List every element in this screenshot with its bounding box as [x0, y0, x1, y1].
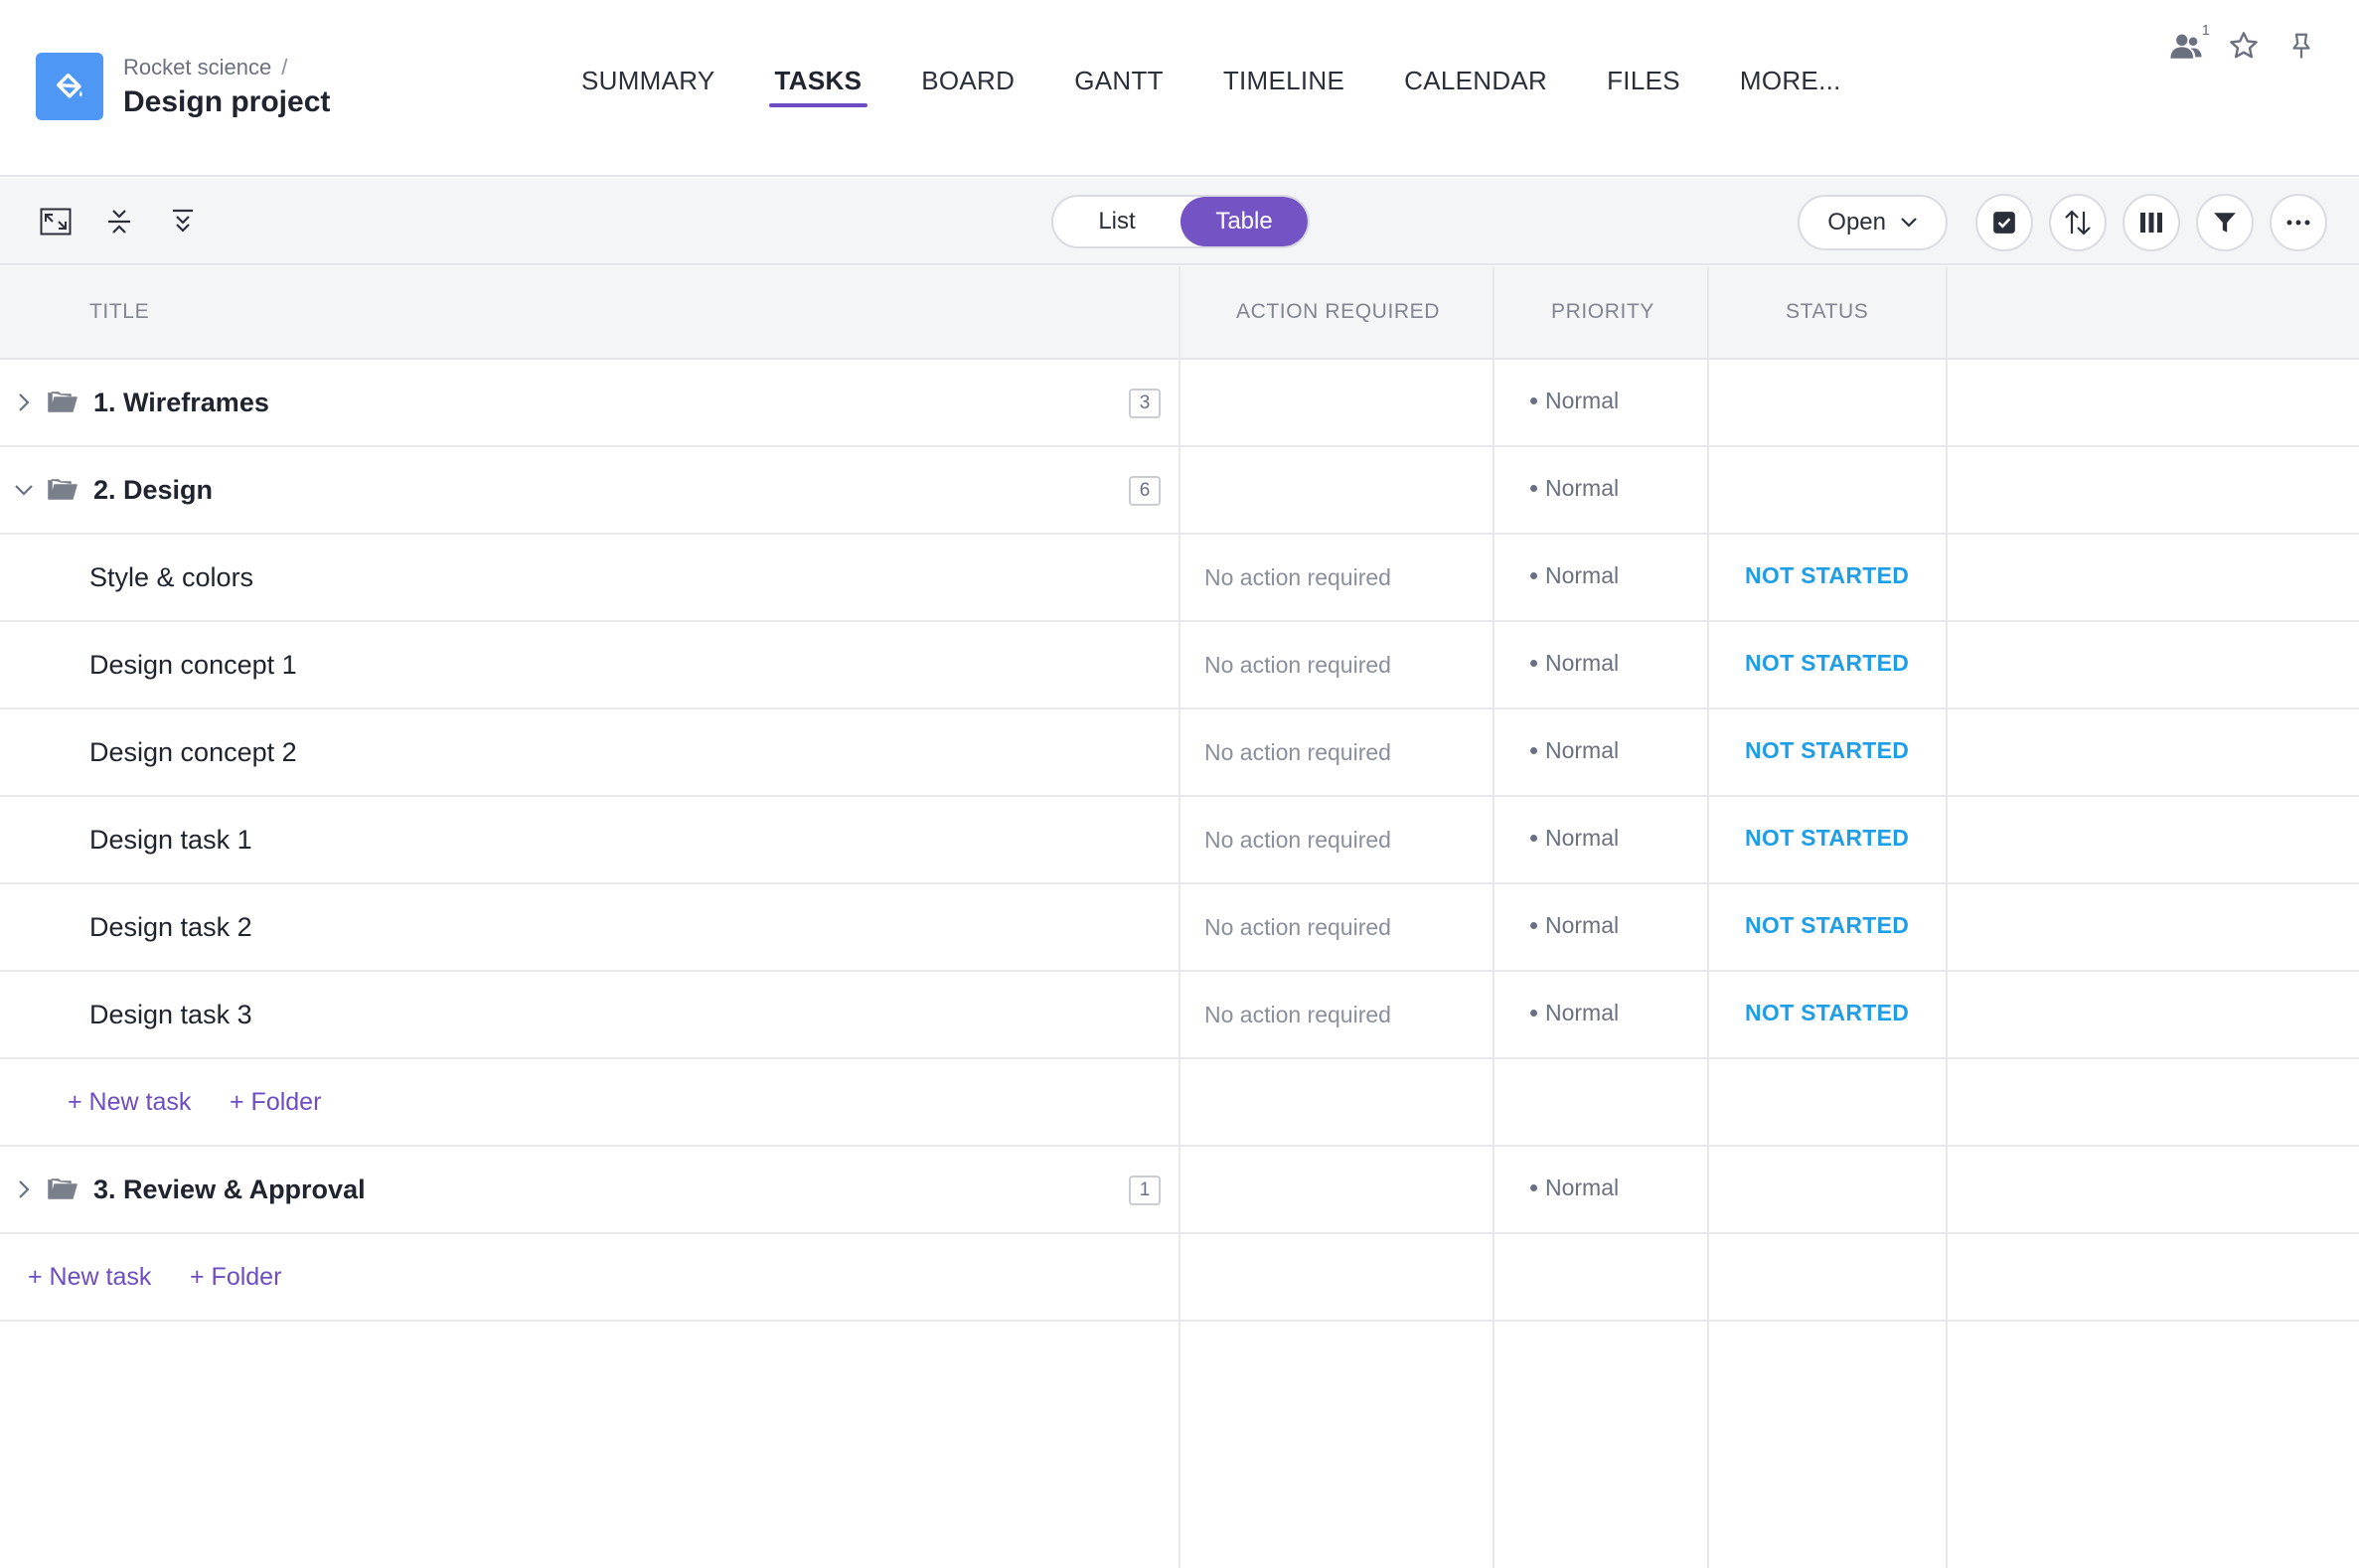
priority-dot: [1530, 1183, 1537, 1191]
action-required-cell[interactable]: No action required: [1204, 622, 1391, 707]
priority-cell[interactable]: Normal: [1530, 797, 1619, 878]
breadcrumb-separator: /: [281, 55, 288, 79]
status-filter-value: Open: [1827, 209, 1886, 235]
view-table-button[interactable]: Table: [1180, 197, 1308, 246]
priority-dot: [1530, 396, 1537, 404]
toolbar-left: [36, 202, 203, 241]
task-title[interactable]: Design task 3: [89, 972, 252, 1057]
header-actions: 1: [2168, 22, 2319, 64]
priority-cell[interactable]: Normal: [1530, 622, 1619, 704]
action-required-cell[interactable]: No action required: [1204, 972, 1391, 1057]
nav-tabs: SUMMARY TASKS BOARD GANTT TIMELINE CALEN…: [581, 66, 1901, 107]
column-divider: [1946, 266, 1948, 1568]
star-icon[interactable]: [2226, 28, 2262, 64]
new-task-link[interactable]: + New task: [28, 1234, 151, 1320]
priority-dot: [1530, 921, 1537, 929]
tab-gantt[interactable]: GANTT: [1074, 66, 1164, 96]
priority-dot: [1530, 834, 1537, 842]
status-cell[interactable]: NOT STARTED: [1745, 709, 1909, 791]
page-title: Design project: [123, 85, 331, 118]
tab-files[interactable]: FILES: [1607, 66, 1680, 96]
folder-title[interactable]: 3. Review & Approval: [93, 1147, 366, 1232]
priority-cell[interactable]: Normal: [1530, 447, 1619, 529]
status-cell[interactable]: NOT STARTED: [1745, 797, 1909, 878]
chevron-right-icon[interactable]: [12, 391, 36, 414]
expand-icon[interactable]: [36, 202, 76, 241]
sort-icon[interactable]: [2049, 194, 2107, 251]
task-title[interactable]: Design concept 2: [89, 709, 297, 795]
toolbar: List Table Open: [0, 178, 2359, 265]
header: Rocket science / Design project SUMMARY T…: [0, 0, 2359, 177]
priority-dot: [1530, 484, 1537, 492]
task-count-badge: 3: [1129, 389, 1161, 418]
status-cell[interactable]: NOT STARTED: [1745, 884, 1909, 966]
status-filter-select[interactable]: Open: [1798, 195, 1948, 250]
status-cell[interactable]: NOT STARTED: [1745, 972, 1909, 1053]
collapse-icon[interactable]: [99, 202, 139, 241]
action-required-cell[interactable]: No action required: [1204, 709, 1391, 795]
task-title[interactable]: Design task 2: [89, 884, 252, 970]
task-table: TITLE ACTION REQUIRED PRIORITY STATUS 1.…: [0, 266, 2359, 1568]
priority-dot: [1530, 1009, 1537, 1017]
breadcrumb[interactable]: Rocket science /: [123, 55, 287, 80]
filter-icon[interactable]: [2196, 194, 2254, 251]
column-header-priority[interactable]: PRIORITY: [1551, 300, 1654, 324]
tab-calendar[interactable]: CALENDAR: [1404, 66, 1547, 96]
priority-cell[interactable]: Normal: [1530, 535, 1619, 616]
folder-title[interactable]: 1. Wireframes: [93, 360, 269, 445]
breadcrumb-project[interactable]: Rocket science: [123, 55, 271, 79]
task-count-badge: 1: [1129, 1176, 1161, 1205]
column-divider: [1707, 266, 1709, 1568]
app: Rocket science / Design project SUMMARY T…: [0, 0, 2359, 1568]
users-icon[interactable]: 1: [2168, 22, 2210, 64]
new-folder-link[interactable]: + Folder: [230, 1059, 321, 1145]
columns-icon[interactable]: [2123, 194, 2180, 251]
column-header-title[interactable]: TITLE: [89, 300, 149, 324]
priority-cell[interactable]: Normal: [1530, 709, 1619, 791]
priority-cell[interactable]: Normal: [1530, 972, 1619, 1053]
status-cell[interactable]: NOT STARTED: [1745, 622, 1909, 704]
paint-bucket-icon[interactable]: [36, 53, 103, 120]
new-task-link[interactable]: + New task: [68, 1059, 191, 1145]
folder-icon: [48, 1178, 78, 1199]
tab-board[interactable]: BOARD: [921, 66, 1015, 96]
folder-title[interactable]: 2. Design: [93, 447, 213, 533]
members-count: 1: [2201, 22, 2210, 39]
new-folder-link[interactable]: + Folder: [190, 1234, 281, 1320]
priority-dot: [1530, 746, 1537, 754]
toolbar-right: Open: [1798, 194, 2327, 251]
priority-cell[interactable]: Normal: [1530, 360, 1619, 441]
action-required-cell[interactable]: No action required: [1204, 535, 1391, 620]
priority-cell[interactable]: Normal: [1530, 884, 1619, 966]
status-cell[interactable]: NOT STARTED: [1745, 535, 1909, 616]
task-count-badge: 6: [1129, 476, 1161, 506]
column-divider: [1493, 266, 1494, 1568]
task-title[interactable]: Design concept 1: [89, 622, 297, 707]
tab-timeline[interactable]: TIMELINE: [1223, 66, 1344, 96]
tab-tasks[interactable]: TASKS: [768, 66, 867, 107]
column-divider: [1179, 266, 1180, 1568]
checkbox-icon[interactable]: [1975, 194, 2033, 251]
chevron-down-icon: [1901, 218, 1917, 228]
priority-dot: [1530, 659, 1537, 667]
more-icon[interactable]: [2270, 194, 2327, 251]
tab-summary[interactable]: SUMMARY: [581, 66, 715, 96]
task-title[interactable]: Design task 1: [89, 797, 252, 882]
folder-icon: [48, 392, 78, 412]
chevron-right-icon[interactable]: [12, 1177, 36, 1201]
pin-icon[interactable]: [2283, 28, 2319, 64]
priority-cell[interactable]: Normal: [1530, 1147, 1619, 1228]
priority-dot: [1530, 571, 1537, 579]
action-required-cell[interactable]: No action required: [1204, 797, 1391, 882]
chevron-down-icon[interactable]: [12, 478, 36, 502]
view-toggle: List Table: [1051, 195, 1310, 248]
tab-more[interactable]: MORE...: [1740, 66, 1841, 96]
column-header-action-required[interactable]: ACTION REQUIRED: [1236, 300, 1440, 324]
view-list-button[interactable]: List: [1053, 197, 1180, 246]
expand-all-icon[interactable]: [163, 202, 203, 241]
action-required-cell[interactable]: No action required: [1204, 884, 1391, 970]
task-title[interactable]: Style & colors: [89, 535, 253, 620]
folder-icon: [48, 479, 78, 500]
column-header-status[interactable]: STATUS: [1786, 300, 1868, 324]
